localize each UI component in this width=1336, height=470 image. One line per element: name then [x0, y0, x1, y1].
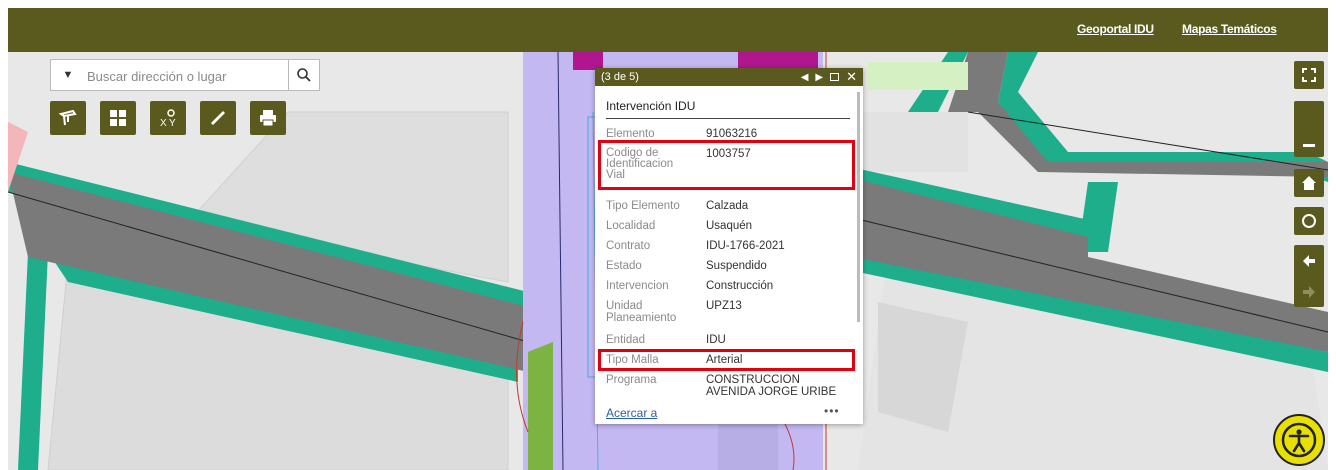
field-value: Construcción	[706, 280, 774, 292]
field-value: Calzada	[706, 200, 749, 212]
previous-icon[interactable]: ◀	[801, 72, 809, 83]
layers-button[interactable]	[50, 101, 86, 135]
accessibility-button[interactable]	[1273, 414, 1325, 466]
field-label: Contrato	[606, 240, 651, 252]
popup-pager: (3 de 5)	[601, 71, 639, 83]
field-label: Unidad Planeamiento	[606, 300, 677, 324]
locate-icon	[1302, 214, 1316, 228]
field-value: IDU-1766-2021	[706, 240, 785, 252]
measure-button[interactable]	[200, 101, 236, 135]
field-label: Programa	[606, 374, 657, 386]
locate-button[interactable]	[1294, 207, 1324, 235]
field-label: Entidad	[606, 334, 646, 346]
zoom-out-icon	[1303, 144, 1315, 147]
search-box: ▼	[50, 59, 320, 91]
field-value: Suspendido	[706, 260, 767, 272]
mapas-tematicos-link[interactable]: Mapas Temáticos	[1182, 22, 1277, 36]
search-input[interactable]	[85, 62, 289, 90]
accessibility-icon	[1281, 422, 1317, 458]
home-icon	[1302, 176, 1316, 190]
print-icon	[260, 110, 276, 127]
popup-divider	[606, 118, 850, 119]
field-label: Tipo Elemento	[606, 200, 680, 212]
svg-text:Y: Y	[169, 118, 176, 129]
identify-popup: (3 de 5) ◀ ▶ ✕ Intervención IDU Elemento…	[595, 68, 863, 424]
next-icon[interactable]: ▶	[815, 72, 823, 83]
coordinates-button[interactable]: X Y	[150, 101, 186, 135]
popup-header: (3 de 5) ◀ ▶ ✕	[595, 68, 863, 86]
fullscreen-icon	[1302, 68, 1316, 82]
highlight-codigo-box	[598, 140, 855, 190]
popup-scrollbar[interactable]	[857, 92, 860, 322]
layers-icon	[58, 109, 77, 126]
magnifier-icon	[297, 68, 311, 82]
field-value: IDU	[706, 334, 726, 346]
zoom-to-link[interactable]: Acercar a	[606, 406, 657, 420]
print-button[interactable]	[250, 101, 286, 135]
basemap-button[interactable]	[100, 101, 136, 135]
highlight-tipo-malla-box	[598, 349, 855, 371]
field-value: CONSTRUCCION AVENIDA JORGE URIBE	[706, 374, 837, 398]
more-actions-icon[interactable]: •••	[824, 404, 840, 418]
measure-icon	[211, 111, 225, 125]
fullscreen-button[interactable]	[1294, 61, 1324, 89]
search-button[interactable]	[288, 60, 319, 90]
coordinates-icon: X Y	[160, 109, 176, 129]
field-value: UPZ13	[706, 300, 742, 312]
svg-text:X: X	[160, 118, 167, 129]
caret-down-icon[interactable]: ▼	[51, 60, 85, 90]
maximize-icon[interactable]	[830, 73, 840, 81]
field-label: Estado	[606, 260, 642, 272]
geoportal-link[interactable]: Geoportal IDU	[1077, 22, 1154, 36]
home-button[interactable]	[1294, 169, 1324, 197]
basemap-grid-icon	[110, 110, 126, 126]
field-label: Localidad	[606, 220, 656, 232]
field-label: Intervencion	[606, 280, 669, 292]
forward-arrow-icon[interactable]	[1302, 285, 1316, 299]
zoom-out-button[interactable]	[1294, 101, 1324, 157]
navigation-arrows	[1294, 245, 1324, 307]
back-arrow-icon[interactable]	[1302, 254, 1316, 268]
popup-title: Intervención IDU	[606, 99, 696, 113]
close-icon[interactable]: ✕	[846, 69, 857, 85]
field-value: Usaquén	[706, 220, 753, 232]
